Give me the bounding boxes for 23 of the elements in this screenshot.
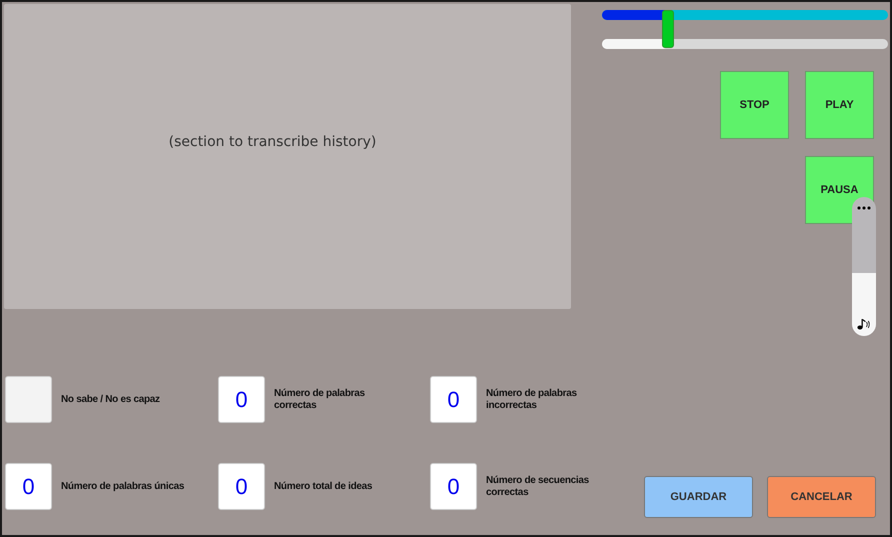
field-label: Número de secuencias correctas: [486, 474, 590, 498]
field-label: Número total de ideas: [274, 480, 372, 492]
speaker-note-icon: [857, 318, 871, 330]
save-button[interactable]: GUARDAR: [644, 476, 753, 518]
field-label: Número de palabras correctas: [274, 388, 366, 412]
counter-field[interactable]: 0: [430, 376, 477, 423]
cancel-button[interactable]: CANCELAR: [767, 476, 876, 518]
transcript-placeholder: (section to transcribe history): [168, 134, 376, 150]
field-label: Número de palabras incorrectas: [486, 388, 578, 412]
transcript-panel[interactable]: (section to transcribe history): [4, 4, 571, 309]
field-label: No sabe / No es capaz: [61, 394, 160, 406]
checkbox[interactable]: [5, 376, 52, 423]
field-label: Número de palabras únicas: [61, 480, 184, 492]
more-icon[interactable]: [857, 206, 871, 210]
counter-field[interactable]: 0: [430, 463, 477, 510]
counter-field[interactable]: 0: [218, 376, 265, 423]
counter-field[interactable]: 0: [218, 463, 265, 510]
seek-slider[interactable]: [602, 10, 888, 50]
slider-thumb[interactable]: [662, 10, 674, 48]
play-button[interactable]: PLAY: [805, 71, 874, 139]
stop-button[interactable]: STOP: [720, 71, 789, 139]
volume-level[interactable]: [852, 273, 876, 336]
counter-field[interactable]: 0: [5, 463, 52, 510]
